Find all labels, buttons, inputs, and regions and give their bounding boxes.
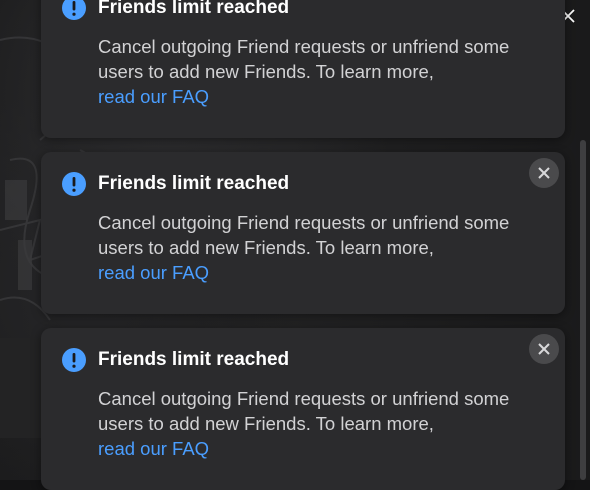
close-icon [538, 167, 550, 179]
faq-link[interactable]: read our FAQ [98, 86, 209, 107]
toast-body-text: Cancel outgoing Friend requests or unfri… [98, 212, 510, 258]
notification-toast: Friends limit reached Cancel outgoing Fr… [41, 328, 565, 490]
toast-message: Cancel outgoing Friend requests or unfri… [98, 210, 538, 285]
toast-body-text: Cancel outgoing Friend requests or unfri… [98, 388, 510, 434]
dismiss-button[interactable] [529, 158, 559, 188]
toast-title: Friends limit reached [98, 349, 290, 370]
info-icon [62, 0, 86, 20]
toast-message: Cancel outgoing Friend requests or unfri… [98, 386, 538, 461]
info-icon [62, 348, 86, 372]
scrollbar[interactable] [580, 140, 586, 480]
toast-body-text: Cancel outgoing Friend requests or unfri… [98, 36, 510, 82]
close-icon [538, 343, 550, 355]
faq-link[interactable]: read our FAQ [98, 262, 209, 283]
notification-toast: Friends limit reached Cancel outgoing Fr… [41, 152, 565, 314]
dismiss-button[interactable] [529, 334, 559, 364]
notification-toast: Friends limit reached Cancel outgoing Fr… [41, 0, 565, 138]
toast-title: Friends limit reached [98, 173, 290, 194]
toast-title: Friends limit reached [98, 0, 290, 18]
toast-message: Cancel outgoing Friend requests or unfri… [98, 34, 538, 109]
faq-link[interactable]: read our FAQ [98, 438, 209, 459]
info-icon [62, 172, 86, 196]
